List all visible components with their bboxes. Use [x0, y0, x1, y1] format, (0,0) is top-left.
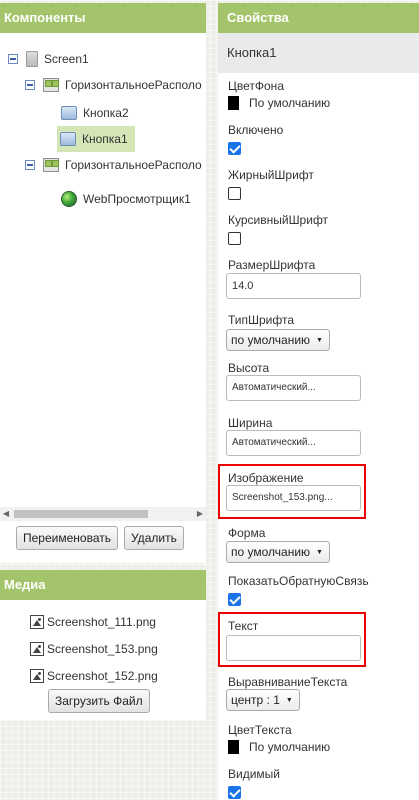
properties-panel: Свойства Кнопка1 ЦветФона По умолчанию В…	[218, 3, 419, 800]
text-label: Текст	[228, 619, 259, 633]
collapse-toggle-icon[interactable]	[8, 54, 18, 64]
tree-item-label: Screen1	[44, 52, 89, 66]
tree-item-button1[interactable]: Кнопка1	[57, 126, 135, 152]
media-file-name: Screenshot_153.png	[47, 642, 158, 656]
show-feedback-checkbox[interactable]	[228, 593, 241, 606]
collapse-toggle-icon[interactable]	[25, 80, 35, 90]
tree-item-webviewer1[interactable]: WebПросмотрщик1	[61, 187, 194, 211]
text-input[interactable]	[226, 635, 361, 661]
horizontal-arrangement-icon	[43, 158, 59, 172]
collapse-toggle-icon[interactable]	[25, 160, 35, 170]
shape-dropdown[interactable]: по умолчанию ▼	[226, 541, 330, 563]
font-bold-label: ЖирныйШрифт	[228, 168, 314, 182]
components-panel: Компоненты Screen1 ГоризонтальноеРасполо…	[0, 3, 206, 563]
font-size-input[interactable]: 14.0	[226, 273, 361, 299]
image-file-icon	[30, 669, 44, 683]
font-bold-checkbox[interactable]	[228, 187, 241, 200]
media-panel-title: Медиа	[0, 570, 206, 600]
font-typeface-value: по умолчанию	[231, 333, 311, 347]
dropdown-caret-icon: ▼	[285, 696, 293, 704]
enabled-checkbox[interactable]	[228, 142, 241, 155]
visible-checkbox[interactable]	[228, 786, 241, 799]
media-file-item[interactable]: Screenshot_111.png	[30, 613, 156, 631]
text-alignment-label: ВыравниваниеТекста	[228, 675, 348, 689]
text-alignment-value: центр : 1	[231, 693, 280, 707]
font-size-label: РазмерШрифта	[228, 258, 316, 272]
font-italic-checkbox[interactable]	[228, 232, 241, 245]
background-color-label: ЦветФона	[228, 79, 284, 93]
delete-button[interactable]: Удалить	[124, 526, 184, 550]
media-file-name: Screenshot_111.png	[47, 615, 156, 629]
tree-item-horizontal-arrangement-2[interactable]: ГоризонтальноеРасполо	[25, 153, 205, 177]
shape-value: по умолчанию	[231, 545, 311, 559]
media-panel: Медиа Screenshot_111.png Screenshot_153.…	[0, 570, 206, 720]
text-color-picker[interactable]: По умолчанию	[228, 740, 330, 754]
color-swatch	[228, 740, 239, 754]
font-italic-label: КурсивныйШрифт	[228, 213, 329, 227]
selection-highlight: Кнопка1	[57, 126, 135, 152]
tree-item-label: ГоризонтальноеРасполо	[65, 78, 202, 92]
screen-icon	[26, 51, 38, 67]
selected-component-name: Кнопка1	[218, 33, 419, 73]
font-typeface-dropdown[interactable]: по умолчанию ▼	[226, 329, 330, 351]
button-icon	[61, 106, 77, 120]
dropdown-caret-icon: ▼	[316, 336, 323, 344]
image-file-icon	[30, 642, 44, 656]
scrollbar-thumb[interactable]	[14, 510, 148, 518]
background-color-picker[interactable]: По умолчанию	[228, 96, 330, 110]
tree-item-label: ГоризонтальноеРасполо	[65, 158, 202, 172]
properties-panel-title: Свойства	[218, 3, 419, 33]
text-color-label: ЦветТекста	[228, 723, 292, 737]
component-tree: Screen1 ГоризонтальноеРасполо Кнопка2 Кн…	[0, 33, 206, 505]
media-file-name: Screenshot_152.png	[47, 669, 158, 683]
text-color-value: По умолчанию	[249, 740, 331, 754]
globe-icon	[61, 191, 77, 207]
tree-item-label: WebПросмотрщик1	[83, 192, 191, 206]
enabled-label: Включено	[228, 123, 284, 137]
visible-label: Видимый	[228, 767, 280, 781]
tree-item-button2[interactable]: Кнопка2	[61, 101, 132, 125]
color-swatch	[228, 96, 239, 110]
scroll-left-arrow-icon[interactable]: ◀	[0, 507, 12, 521]
rename-button[interactable]: Переименовать	[16, 526, 118, 550]
button-icon	[60, 132, 76, 146]
image-label: Изображение	[228, 471, 304, 485]
font-typeface-label: ТипШрифта	[228, 313, 295, 327]
show-feedback-label: ПоказатьОбратнуюСвязь	[228, 574, 369, 588]
components-panel-title: Компоненты	[0, 3, 206, 33]
tree-item-label: Кнопка1	[82, 132, 128, 146]
width-input[interactable]: Автоматический...	[226, 430, 361, 456]
media-file-item[interactable]: Screenshot_152.png	[30, 667, 158, 685]
shape-label: Форма	[228, 526, 266, 540]
horizontal-arrangement-icon	[43, 78, 59, 92]
image-file-icon	[30, 615, 44, 629]
height-label: Высота	[228, 361, 270, 375]
dropdown-caret-icon: ▼	[316, 548, 323, 556]
width-label: Ширина	[228, 416, 273, 430]
tree-item-screen1[interactable]: Screen1	[8, 47, 92, 71]
background-color-value: По умолчанию	[249, 96, 331, 110]
text-alignment-dropdown[interactable]: центр : 1 ▼	[226, 689, 300, 711]
height-input[interactable]: Автоматический...	[226, 375, 361, 401]
upload-file-button[interactable]: Загрузить Файл	[48, 689, 150, 713]
tree-horizontal-scrollbar[interactable]: ◀ ▶	[0, 507, 206, 521]
tree-item-horizontal-arrangement-1[interactable]: ГоризонтальноеРасполо	[25, 73, 205, 97]
scroll-right-arrow-icon[interactable]: ▶	[194, 507, 206, 521]
media-file-item[interactable]: Screenshot_153.png	[30, 640, 158, 658]
tree-item-label: Кнопка2	[83, 106, 129, 120]
image-picker-input[interactable]: Screenshot_153.png...	[226, 485, 361, 511]
